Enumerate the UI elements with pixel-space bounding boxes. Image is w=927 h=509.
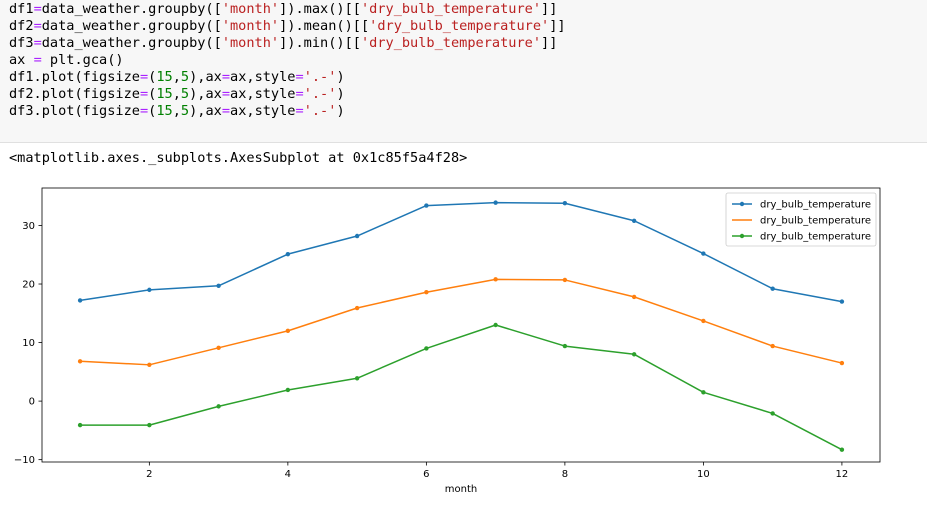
x-tick-label: 6 <box>423 469 429 480</box>
legend-label: dry_bulb_temperature <box>760 216 871 227</box>
y-tick-label: 20 <box>22 280 35 291</box>
data-point <box>770 411 775 416</box>
legend: dry_bulb_temperature dry_bulb_temperature… <box>725 192 877 247</box>
legend-label: dry_bulb_temperature <box>760 232 871 243</box>
data-point <box>354 376 360 381</box>
data-point <box>354 233 360 239</box>
data-point <box>562 277 568 283</box>
data-point <box>701 251 706 256</box>
data-point <box>285 387 291 393</box>
y-tick-label: −10 <box>14 455 35 466</box>
data-point <box>285 251 291 257</box>
data-point <box>216 404 221 409</box>
data-point <box>839 360 845 366</box>
data-point <box>839 299 845 304</box>
data-point <box>285 328 291 334</box>
x-tick-label: 8 <box>562 469 568 480</box>
data-point <box>216 345 221 351</box>
data-point <box>424 346 429 351</box>
data-point <box>701 318 706 324</box>
x-tick-label: 4 <box>285 469 291 480</box>
data-point <box>770 286 775 291</box>
x-tick-label: 10 <box>697 469 710 480</box>
data-point <box>147 422 152 428</box>
data-point <box>562 201 568 206</box>
data-point <box>839 447 845 452</box>
data-point <box>424 203 429 208</box>
y-tick-label: 0 <box>29 397 35 408</box>
y-tick-label: 30 <box>22 221 35 232</box>
x-axis-label: month <box>445 484 477 495</box>
data-point <box>77 359 83 364</box>
x-tick-label: 2 <box>146 469 152 480</box>
legend-marker <box>739 201 745 207</box>
data-point <box>770 343 775 349</box>
data-point <box>493 322 498 328</box>
x-tick-label: 12 <box>836 469 849 480</box>
legend-label: dry_bulb_temperature <box>760 200 871 211</box>
data-point <box>493 277 498 282</box>
data-point <box>631 352 637 357</box>
data-point <box>147 287 152 293</box>
data-point <box>493 200 498 205</box>
x-axis: 2 4 6 8 10 12 <box>146 462 848 480</box>
data-point <box>631 294 637 300</box>
data-point <box>147 362 152 368</box>
y-axis: −10 0 10 20 30 <box>14 221 42 466</box>
data-point <box>424 290 429 295</box>
data-point <box>216 283 221 288</box>
data-point <box>631 218 637 223</box>
legend-marker <box>739 233 745 239</box>
data-point <box>77 298 83 303</box>
data-point <box>701 390 706 395</box>
line-chart: 2 4 6 8 10 12 −10 0 10 20 30 month dry_bulb_tempe… <box>14 187 881 495</box>
data-point <box>354 305 360 311</box>
data-point <box>77 422 83 428</box>
y-tick-label: 10 <box>22 338 35 349</box>
data-point <box>562 343 568 349</box>
